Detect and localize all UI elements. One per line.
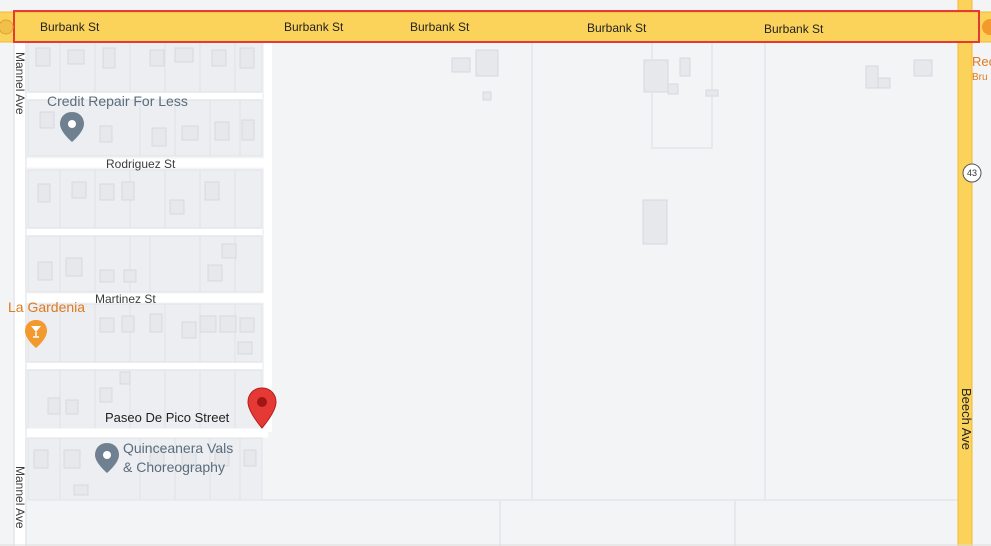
mannel-ave-label: Mannel Ave: [13, 466, 27, 529]
map-canvas[interactable]: Burbank St Burbank St Burbank St Burbank…: [0, 0, 991, 546]
edge-place-label: Rec: [972, 54, 991, 69]
map-view[interactable]: Burbank St Burbank St Burbank St Burbank…: [0, 0, 991, 546]
edge-place-sublabel: Bru: [972, 72, 988, 83]
beech-ave-label: Beech Ave: [959, 388, 974, 450]
route-shield-icon: 43: [962, 163, 982, 183]
burbank-st-label: Burbank St: [40, 20, 100, 34]
paseo-de-pico-label: Paseo De Pico Street: [105, 410, 230, 425]
route-shield-number: 43: [967, 168, 977, 178]
poi-quinceanera-label-line1: Quinceanera Vals: [123, 440, 233, 456]
burbank-st-label: Burbank St: [764, 22, 824, 36]
burbank-st-label: Burbank St: [284, 20, 344, 34]
burbank-st-label: Burbank St: [587, 21, 647, 35]
poi-la-gardenia-label: La Gardenia: [8, 299, 85, 315]
poi-quinceanera-label-line2: & Choreography: [123, 459, 225, 475]
burbank-st-road: [0, 11, 991, 43]
rodriguez-st-label: Rodriguez St: [106, 157, 176, 171]
burbank-st-label: Burbank St: [410, 20, 470, 34]
beech-ave-road: [957, 0, 973, 546]
poi-credit-repair-label: Credit Repair For Less: [47, 93, 188, 109]
mannel-ave-label: Mannel Ave: [13, 52, 27, 115]
edge-poi-icon-left: [0, 19, 14, 35]
martinez-st-label: Martinez St: [95, 292, 156, 306]
